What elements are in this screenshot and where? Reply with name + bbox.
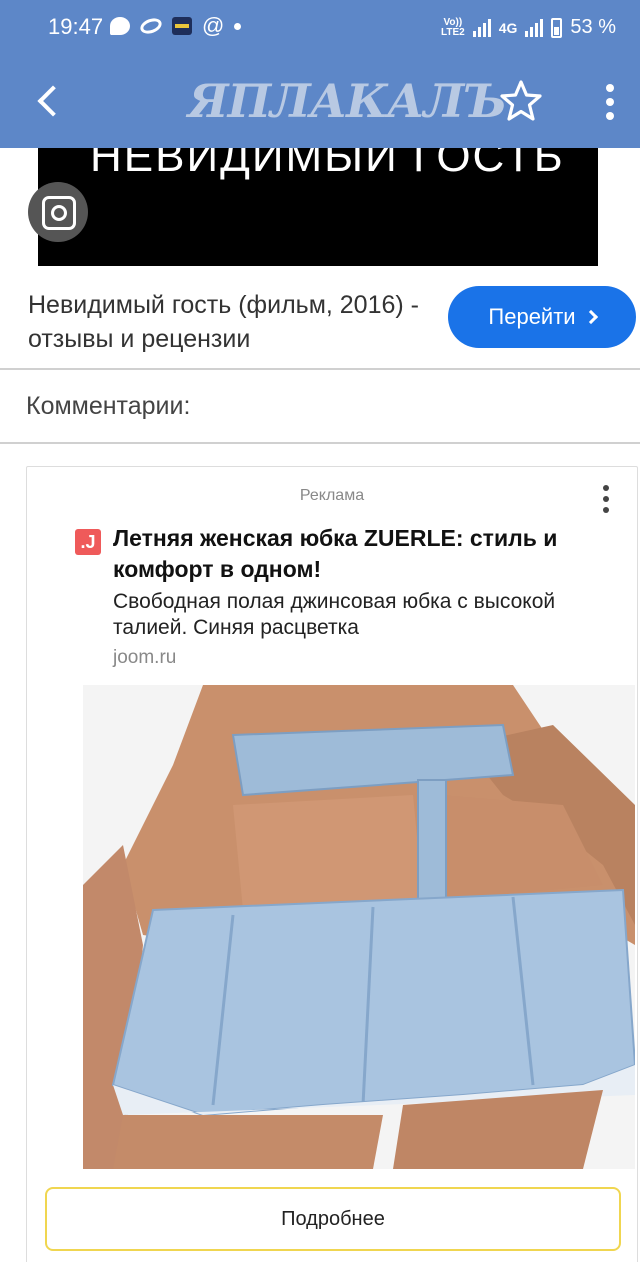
poster-title: НЕВИДИМЫЙ ГОСТЬ xyxy=(90,148,565,181)
movie-poster: НЕВИДИМЫЙ ГОСТЬ xyxy=(38,148,598,266)
lens-search-icon[interactable] xyxy=(28,182,88,242)
chevron-right-icon xyxy=(583,309,598,325)
top-banner-image[interactable]: НЕВИДИМЫЙ ГОСТЬ xyxy=(0,148,640,266)
notification-icons: @ xyxy=(110,13,242,38)
at-icon: @ xyxy=(202,13,225,38)
dot-icon xyxy=(234,22,242,30)
search-result-link[interactable]: Невидимый гость (фильм, 2016) - отзывы и… xyxy=(0,266,640,368)
link-title[interactable]: Невидимый гость (фильм, 2016) - отзывы и… xyxy=(28,288,428,356)
ad-favicon-icon: .J xyxy=(75,529,101,555)
ring-icon xyxy=(138,15,164,37)
go-button-label: Перейти xyxy=(488,304,576,329)
back-arrow-icon[interactable] xyxy=(28,78,72,122)
comments-heading: Комментарии: xyxy=(26,392,191,420)
more-vert-icon[interactable] xyxy=(596,80,624,124)
ad-menu-icon[interactable] xyxy=(599,485,613,519)
ad-domain[interactable]: joom.ru xyxy=(113,647,176,669)
go-button[interactable]: Перейти xyxy=(448,286,636,348)
app-header: ЯПЛАКАЛЪ xyxy=(0,56,640,148)
ad-label: Реклама xyxy=(299,487,365,504)
chat-icon xyxy=(110,17,130,35)
status-time: 19:47 xyxy=(48,14,104,39)
details-button[interactable]: Подробнее xyxy=(45,1187,621,1251)
divider xyxy=(0,442,640,444)
app-notification-icon xyxy=(172,17,192,35)
ad-title[interactable]: Летняя женская юбка ZUERLE: стиль и комф… xyxy=(113,523,623,585)
battery-percent: 53 % xyxy=(570,16,616,38)
ad-product-image[interactable] xyxy=(83,685,635,1169)
divider xyxy=(0,368,640,370)
battery-icon xyxy=(551,17,563,38)
status-bar: 19:47 @ Vo)) LTE2 4G 53 % xyxy=(0,0,640,56)
ad-description: Свободная полая джинсовая юбка с высокой… xyxy=(113,590,556,639)
volte-icon: Vo)) LTE2 xyxy=(441,16,465,38)
system-icons: Vo)) LTE2 4G 53 % xyxy=(441,16,616,39)
site-logo[interactable]: ЯПЛАКАЛЪ xyxy=(188,74,507,128)
network-type: 4G xyxy=(498,19,518,36)
star-icon[interactable] xyxy=(496,76,546,126)
signal-icon-2 xyxy=(525,18,544,37)
signal-icon xyxy=(472,18,491,37)
ad-card[interactable]: Реклама .J Летняя женская юбка ZUERLE: с… xyxy=(26,466,638,1262)
